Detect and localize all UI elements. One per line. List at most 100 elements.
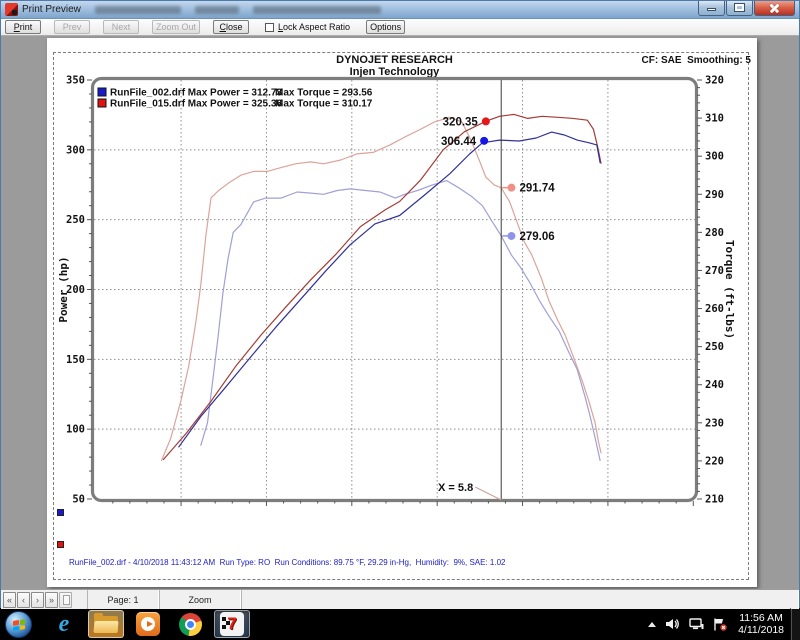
svg-text:150: 150 xyxy=(66,354,85,366)
previous-page-button[interactable]: ‹ xyxy=(17,592,30,608)
svg-text:210: 210 xyxy=(705,494,724,506)
clock-time: 11:56 AM xyxy=(738,612,784,624)
svg-text:300: 300 xyxy=(705,151,724,163)
print-preview-window: Print Preview Print Prev Next Zoom Out C… xyxy=(0,0,800,608)
legend-label: RunFile_002.drf Max Power = 312.73 xyxy=(110,88,282,99)
page-icon xyxy=(63,595,70,605)
start-button[interactable] xyxy=(5,611,32,638)
marker-dot-torque_015 xyxy=(507,184,515,192)
window-title: Print Preview xyxy=(22,4,81,15)
close-preview-button[interactable]: Close xyxy=(213,20,249,34)
last-page-button[interactable]: » xyxy=(45,592,58,608)
next-page-button[interactable]: Next xyxy=(103,20,139,34)
redacted-title-text xyxy=(253,6,381,14)
dynojet-app-taskbar-button[interactable]: 7 xyxy=(214,610,250,638)
marker-label: 320.35 xyxy=(443,116,479,128)
legend-torque: Max Torque = 293.56 xyxy=(275,88,373,99)
legend-swatch xyxy=(98,99,106,107)
system-tray: 11:56 AM 4/11/2018 xyxy=(647,608,800,640)
marker-label: 291.74 xyxy=(519,183,555,195)
lock-aspect-ratio-label: Lock Aspect Ratio xyxy=(278,22,350,32)
svg-text:320: 320 xyxy=(705,75,724,87)
svg-text:310: 310 xyxy=(705,113,724,125)
clock-date: 4/11/2018 xyxy=(738,624,784,636)
svg-text:250: 250 xyxy=(705,341,724,353)
left-axis-title: Power (hp) xyxy=(57,256,70,322)
run-color-swatch xyxy=(57,541,64,548)
svg-text:230: 230 xyxy=(705,417,724,429)
folder-icon xyxy=(94,616,118,633)
right-axis-title: Torque (ft-lbs) xyxy=(723,240,736,339)
redacted-title-text xyxy=(95,6,181,14)
zoom-out-button[interactable]: Zoom Out xyxy=(152,20,200,34)
clock[interactable]: 11:56 AM 4/11/2018 xyxy=(738,612,784,636)
maximize-icon xyxy=(735,4,744,11)
next-page-nav-button[interactable]: › xyxy=(31,592,44,608)
media-player-taskbar-button[interactable] xyxy=(130,610,166,638)
dyno-chart: 5010015020025030035021022023024025026027… xyxy=(47,38,757,508)
title-bar[interactable]: Print Preview xyxy=(1,1,799,19)
svg-text:280: 280 xyxy=(705,227,724,239)
lock-aspect-ratio-checkbox[interactable] xyxy=(265,23,274,32)
zoom-cell: Zoom xyxy=(159,590,241,609)
legend-label: RunFile_015.drf Max Power = 325.36 xyxy=(110,99,282,110)
print-button[interactable]: Print xyxy=(5,20,41,34)
app-icon xyxy=(5,3,18,16)
statusbar-filler xyxy=(241,590,799,609)
svg-text:350: 350 xyxy=(66,75,85,87)
status-bar: « ‹ › » Page: 1 Zoom xyxy=(1,589,799,609)
maximize-button[interactable] xyxy=(726,1,753,16)
up-arrow-icon xyxy=(648,622,656,627)
marker-label: 279.06 xyxy=(519,231,554,243)
network-icon xyxy=(689,618,704,630)
hidden-icons-button[interactable] xyxy=(647,621,657,628)
redacted-title-text xyxy=(195,6,239,14)
marker-dot-power_015 xyxy=(482,117,490,125)
close-window-button[interactable] xyxy=(754,1,795,16)
svg-text:270: 270 xyxy=(705,265,724,277)
preview-workspace: DYNOJET RESEARCH Injen Technology CF: SA… xyxy=(1,36,799,589)
network-button[interactable] xyxy=(689,618,704,630)
series-power_015 xyxy=(163,114,601,460)
svg-text:100: 100 xyxy=(66,424,85,436)
action-center-button[interactable] xyxy=(713,618,727,631)
dynojet-icon: 7 xyxy=(220,612,244,636)
internet-explorer-icon: e xyxy=(59,612,70,636)
preview-toolbar: Print Prev Next Zoom Out Close Lock Aspe… xyxy=(1,19,799,36)
page-setup-button[interactable] xyxy=(59,592,72,608)
windows-logo-icon xyxy=(13,619,25,631)
cursor-x-label: X = 5.8 xyxy=(438,482,473,494)
svg-text:300: 300 xyxy=(66,144,85,156)
file-explorer-taskbar-button[interactable] xyxy=(88,610,124,638)
media-player-icon xyxy=(136,612,160,636)
svg-text:220: 220 xyxy=(705,455,724,467)
marker-dot-power_002 xyxy=(480,137,488,145)
show-desktop-button[interactable] xyxy=(790,608,800,640)
taskbar: e 7 11:56 AM 4/11/2018 xyxy=(0,608,800,640)
marker-label: 306.44 xyxy=(441,136,477,148)
svg-text:290: 290 xyxy=(705,189,724,201)
svg-text:50: 50 xyxy=(72,494,85,506)
first-page-button[interactable]: « xyxy=(3,592,16,608)
volume-button[interactable] xyxy=(666,618,680,630)
flag-icon xyxy=(713,618,727,631)
legend-swatch xyxy=(98,88,106,96)
page-number-cell: Page: 1 xyxy=(87,590,159,609)
chrome-icon xyxy=(179,613,202,636)
minimize-icon xyxy=(707,8,716,11)
run-color-swatch xyxy=(57,509,64,516)
options-button[interactable]: Options xyxy=(366,20,405,34)
chrome-taskbar-button[interactable] xyxy=(172,610,208,638)
svg-text:240: 240 xyxy=(705,379,724,391)
series-torque_002 xyxy=(201,181,601,461)
report-page: DYNOJET RESEARCH Injen Technology CF: SA… xyxy=(47,38,757,587)
legend-torque: Max Torque = 310.17 xyxy=(275,99,373,110)
run-details-sp1129: RunFile_015.drf - 4/10/2018 3:17:23 PM R… xyxy=(57,540,502,589)
prev-page-button[interactable]: Prev xyxy=(54,20,90,34)
svg-text:260: 260 xyxy=(705,303,724,315)
marker-dot-torque_002 xyxy=(507,232,515,240)
speaker-icon xyxy=(666,618,680,630)
series-power_002 xyxy=(179,132,601,447)
internet-explorer-taskbar-button[interactable]: e xyxy=(46,610,82,638)
minimize-button[interactable] xyxy=(698,1,725,16)
